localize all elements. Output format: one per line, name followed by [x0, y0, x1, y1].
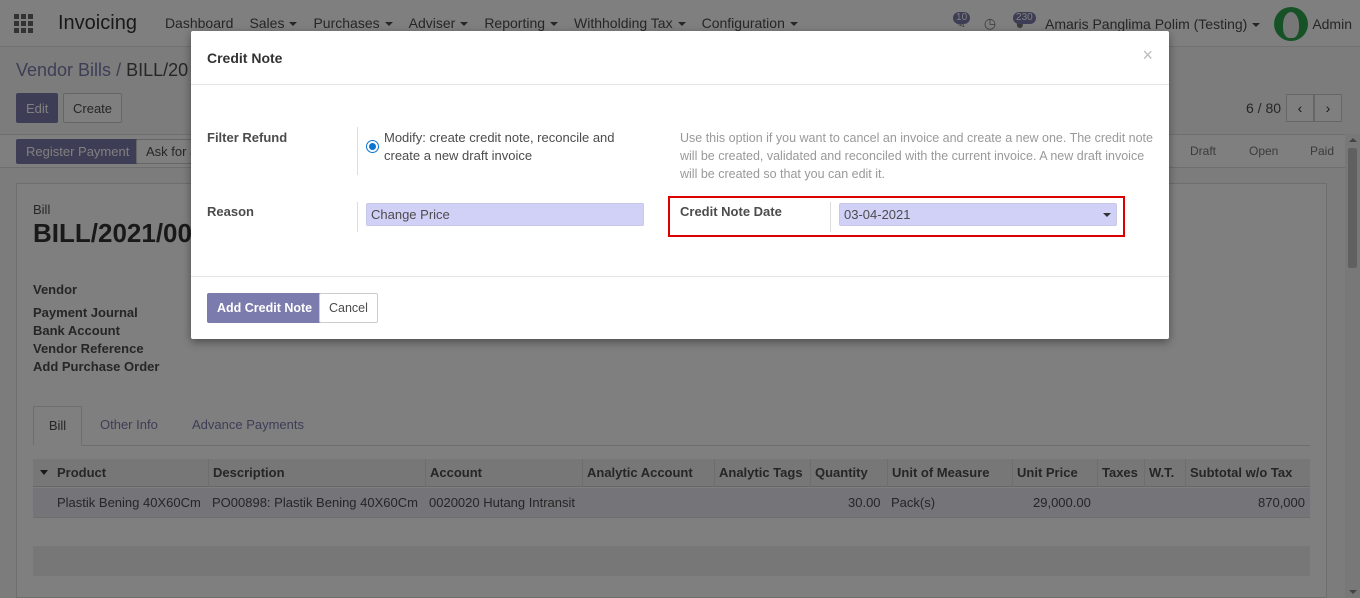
filter-refund-radio-modify[interactable] [366, 140, 379, 153]
add-credit-note-button[interactable]: Add Credit Note [207, 293, 323, 323]
cancel-button[interactable]: Cancel [319, 293, 378, 323]
filter-refund-help: Use this option if you want to cancel an… [680, 131, 1153, 181]
reason-input[interactable]: Change Price [366, 203, 644, 226]
dialog-header: Credit Note × [191, 31, 1169, 85]
filter-refund-label: Filter Refund [207, 130, 288, 145]
highlight-box [668, 196, 1125, 237]
field-divider [357, 127, 358, 175]
field-divider [357, 202, 358, 232]
dialog-title: Credit Note [207, 50, 283, 66]
credit-note-dialog: Credit Note × Filter Refund Modify: crea… [191, 31, 1169, 339]
close-icon[interactable]: × [1142, 45, 1153, 66]
filter-refund-option-label[interactable]: Modify: create credit note, reconcile an… [384, 129, 634, 165]
reason-label: Reason [207, 204, 254, 219]
